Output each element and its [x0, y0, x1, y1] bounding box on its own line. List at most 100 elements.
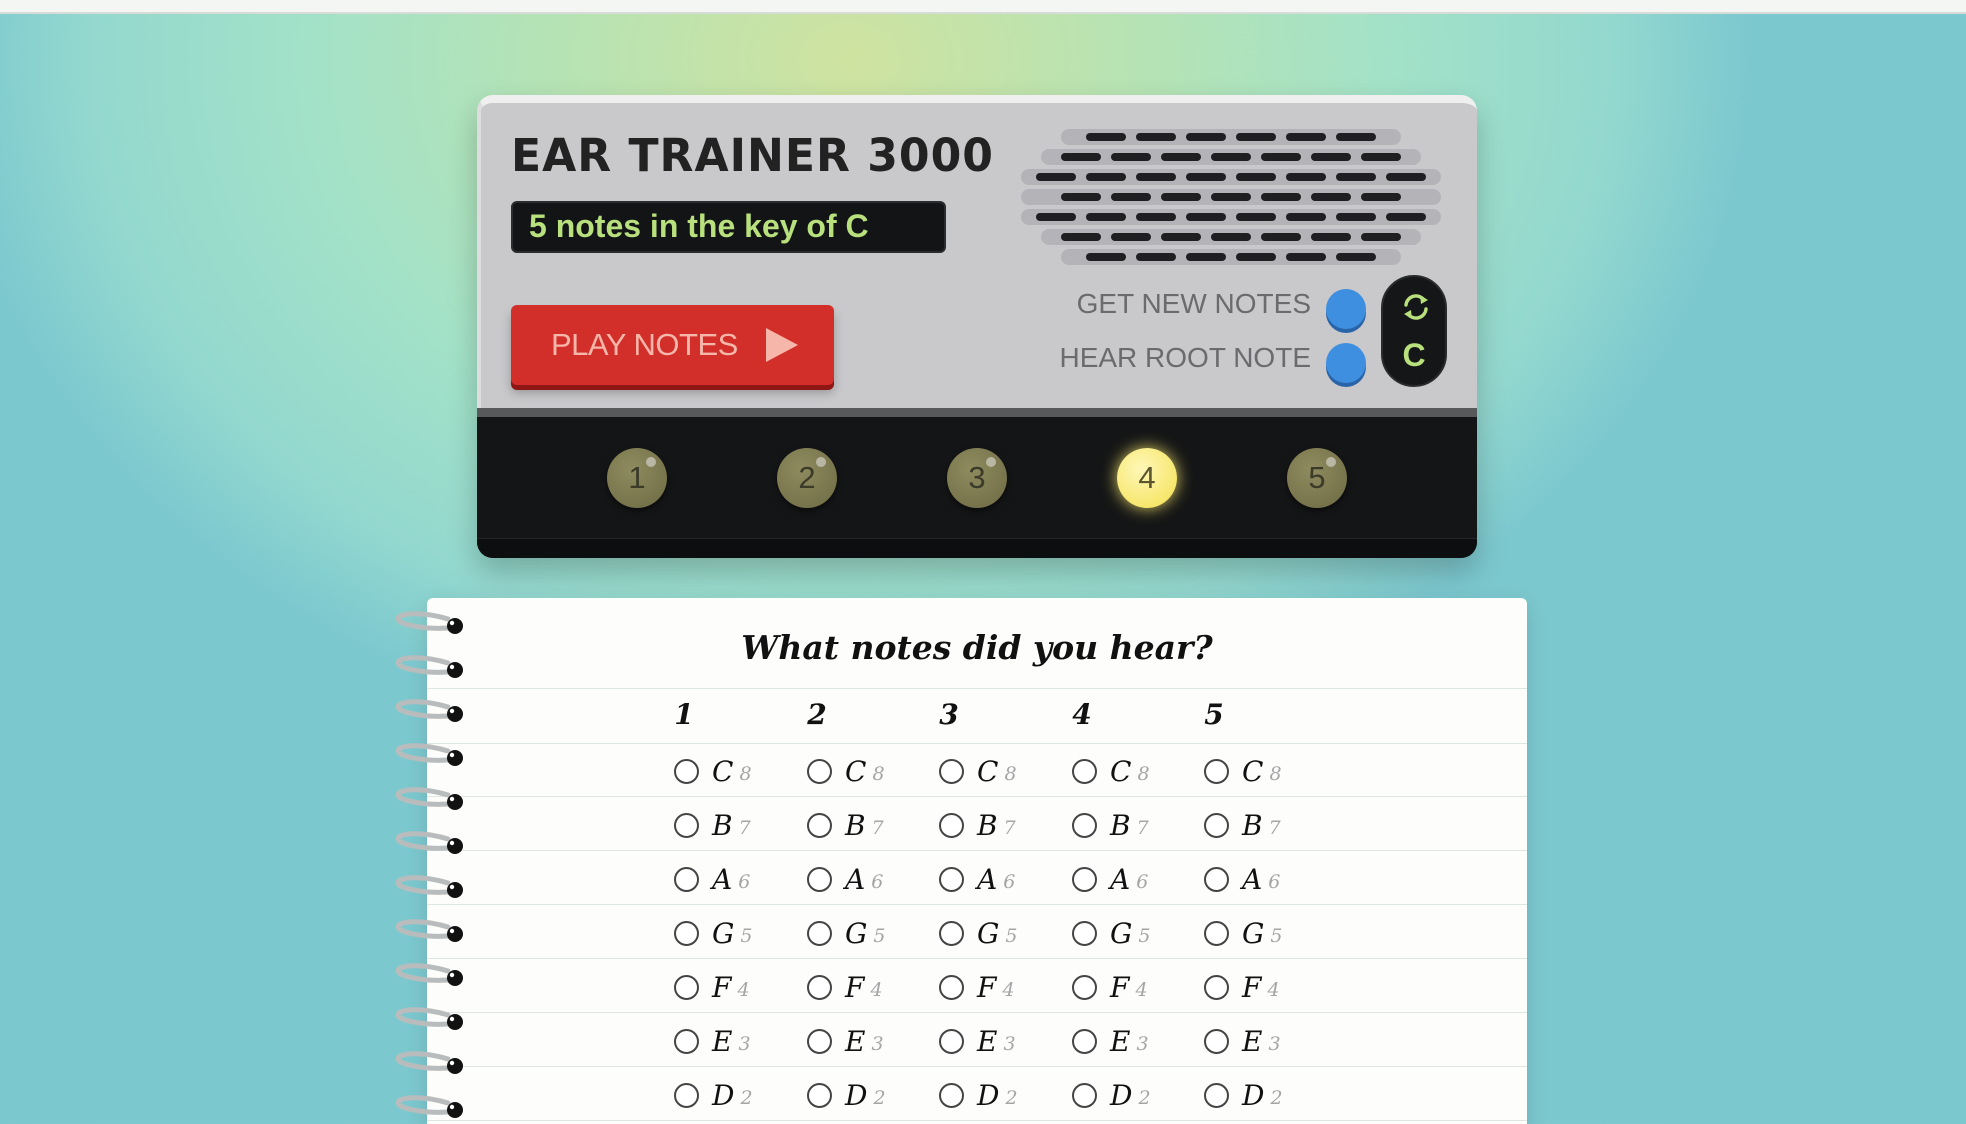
radio-button[interactable]	[807, 812, 832, 838]
note-option[interactable]: B7	[939, 805, 1016, 845]
note-option[interactable]: G5	[674, 913, 752, 953]
scale-degree: 8	[872, 763, 885, 785]
note-option[interactable]: E3	[1072, 1021, 1149, 1061]
note-option[interactable]: G5	[1072, 913, 1150, 953]
radio-button[interactable]	[1072, 866, 1097, 892]
radio-button[interactable]	[1072, 920, 1097, 946]
ruled-line	[427, 1066, 1527, 1067]
note-option[interactable]: G5	[1204, 913, 1282, 953]
note-name: B	[712, 808, 733, 842]
note-option[interactable]: E3	[674, 1021, 751, 1061]
radio-button[interactable]	[674, 866, 699, 892]
radio-button[interactable]	[674, 974, 699, 1000]
note-option[interactable]: C8	[1204, 751, 1282, 791]
note-option[interactable]: C8	[807, 751, 885, 791]
radio-button[interactable]	[1204, 758, 1229, 784]
note-name: E	[712, 1024, 733, 1058]
get-new-notes-button[interactable]	[1326, 289, 1366, 329]
note-option[interactable]: A6	[807, 859, 883, 899]
note-option[interactable]: B7	[1204, 805, 1281, 845]
radio-button[interactable]	[939, 920, 964, 946]
radio-button[interactable]	[1204, 974, 1229, 1000]
radio-button[interactable]	[939, 1082, 964, 1108]
note-option[interactable]: A6	[939, 859, 1015, 899]
note-option[interactable]: C8	[1072, 751, 1150, 791]
radio-button[interactable]	[674, 920, 699, 946]
grille-slot	[1286, 213, 1326, 221]
radio-button[interactable]	[674, 1082, 699, 1108]
note-option[interactable]: D2	[1072, 1075, 1151, 1115]
note-option[interactable]: F4	[939, 967, 1015, 1007]
spiral-ring	[395, 919, 463, 942]
refresh-icon[interactable]	[1400, 291, 1432, 323]
note-option[interactable]: B7	[807, 805, 884, 845]
grille-slot	[1136, 133, 1176, 141]
radio-button[interactable]	[674, 758, 699, 784]
radio-button[interactable]	[807, 974, 832, 1000]
note-option[interactable]: A6	[1072, 859, 1148, 899]
ear-trainer-device: EAR TRAINER 3000 5 notes in the key of C…	[477, 95, 1477, 558]
note-option[interactable]: G5	[939, 913, 1017, 953]
note-option[interactable]: D2	[674, 1075, 753, 1115]
radio-button[interactable]	[807, 920, 832, 946]
play-notes-button[interactable]: PLAY NOTES	[511, 305, 834, 385]
radio-button[interactable]	[939, 758, 964, 784]
status-display: 5 notes in the key of C	[511, 201, 946, 253]
note-option[interactable]: C8	[674, 751, 752, 791]
radio-button[interactable]	[1072, 974, 1097, 1000]
note-option[interactable]: B7	[674, 805, 751, 845]
radio-button[interactable]	[939, 974, 964, 1000]
radio-button[interactable]	[939, 1028, 964, 1054]
hear-root-note-button[interactable]	[1326, 343, 1366, 383]
grille-slot	[1086, 133, 1126, 141]
note-option[interactable]: F4	[1072, 967, 1148, 1007]
note-option[interactable]: A6	[674, 859, 750, 899]
radio-button[interactable]	[1072, 1028, 1097, 1054]
device-base	[477, 538, 1477, 558]
note-option[interactable]: G5	[807, 913, 885, 953]
ruled-line	[427, 743, 1527, 744]
note-name: F	[1242, 970, 1262, 1004]
note-option[interactable]: F4	[674, 967, 750, 1007]
grille-slot	[1161, 153, 1201, 161]
radio-button[interactable]	[807, 866, 832, 892]
radio-button[interactable]	[674, 812, 699, 838]
note-option[interactable]: E3	[1204, 1021, 1281, 1061]
radio-button[interactable]	[1204, 812, 1229, 838]
grille-slot	[1236, 133, 1276, 141]
radio-button[interactable]	[1072, 758, 1097, 784]
note-option[interactable]: C8	[939, 751, 1017, 791]
note-option[interactable]: D2	[939, 1075, 1018, 1115]
note-option[interactable]: A6	[1204, 859, 1280, 899]
scale-degree: 3	[1136, 1033, 1149, 1055]
note-option[interactable]: F4	[1204, 967, 1280, 1007]
grille-slot	[1161, 193, 1201, 201]
note-option[interactable]: B7	[1072, 805, 1149, 845]
note-option[interactable]: F4	[807, 967, 883, 1007]
grille-row	[1041, 149, 1421, 165]
scale-degree: 3	[871, 1033, 884, 1055]
grille-slot	[1261, 153, 1301, 161]
radio-button[interactable]	[939, 866, 964, 892]
note-option[interactable]: E3	[939, 1021, 1016, 1061]
note-name: F	[1110, 970, 1130, 1004]
radio-button[interactable]	[939, 812, 964, 838]
note-option[interactable]: D2	[1204, 1075, 1283, 1115]
grille-slot	[1211, 153, 1251, 161]
note-option[interactable]: D2	[807, 1075, 886, 1115]
radio-button[interactable]	[1072, 812, 1097, 838]
radio-button[interactable]	[807, 1028, 832, 1054]
radio-button[interactable]	[1204, 920, 1229, 946]
grille-row	[1041, 229, 1421, 245]
indicator-panel: 1 2 3 4 5	[477, 417, 1477, 558]
radio-button[interactable]	[807, 1082, 832, 1108]
radio-button[interactable]	[1204, 1082, 1229, 1108]
note-option[interactable]: E3	[807, 1021, 884, 1061]
radio-button[interactable]	[674, 1028, 699, 1054]
note-name: G	[712, 916, 735, 950]
radio-button[interactable]	[1072, 1082, 1097, 1108]
radio-button[interactable]	[1204, 1028, 1229, 1054]
radio-button[interactable]	[1204, 866, 1229, 892]
scale-degree: 2	[1270, 1087, 1283, 1109]
radio-button[interactable]	[807, 758, 832, 784]
